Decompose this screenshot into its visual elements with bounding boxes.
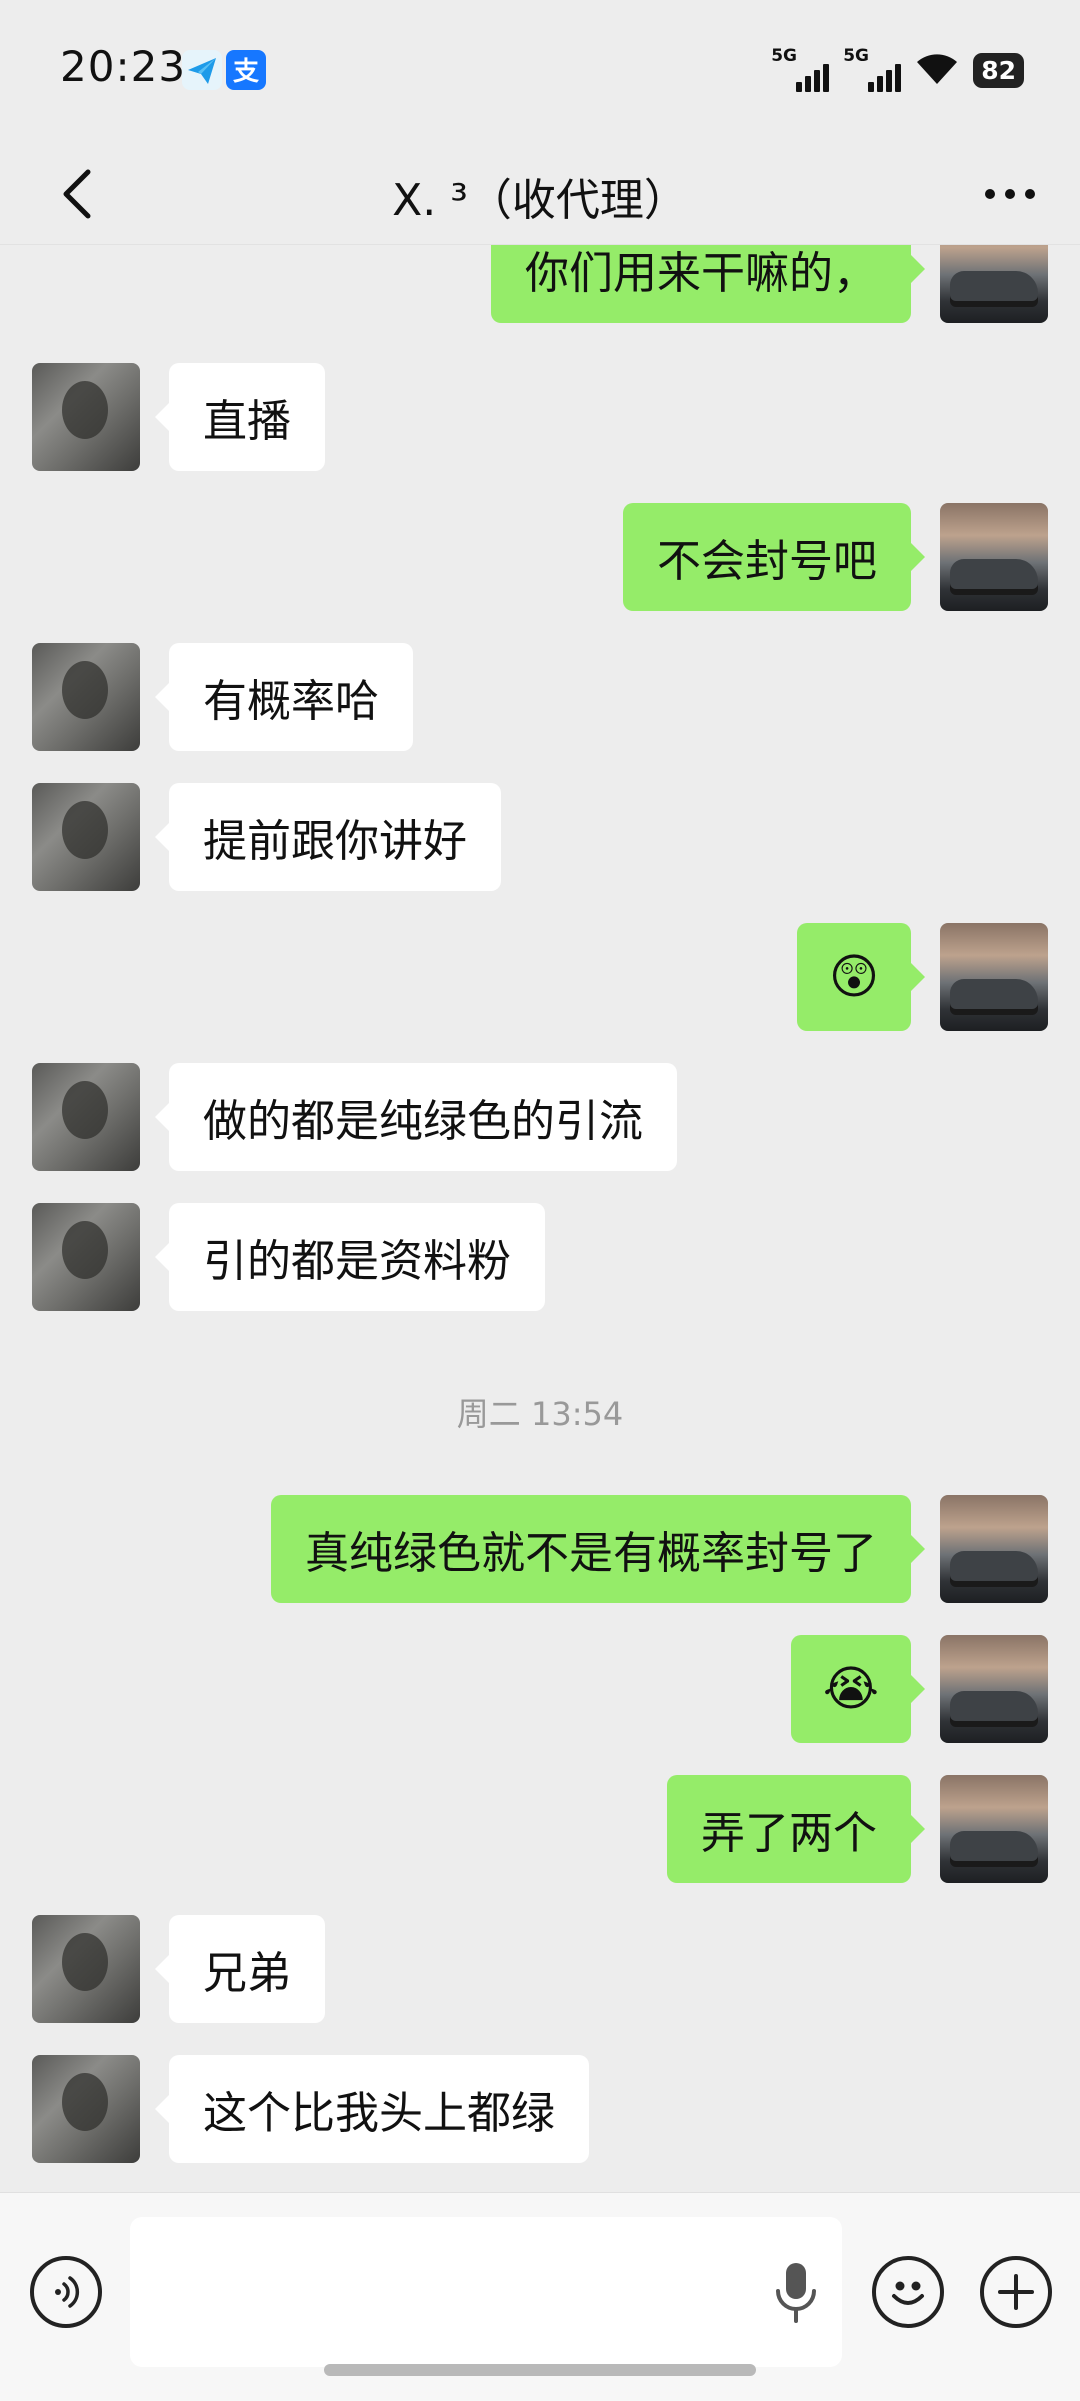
message-bubble[interactable]: 😲 — [796, 923, 926, 1031]
message-row: 提前跟你讲好 — [0, 783, 1080, 891]
message-bubble[interactable]: 你们用来干嘛的， — [491, 245, 925, 323]
chat-title: X. ³（收代理） — [392, 175, 688, 226]
message-row: 真纯绿色就不是有概率封号了 — [0, 1495, 1080, 1603]
message-text: 你们用来干嘛的， — [525, 248, 877, 299]
message-bubble[interactable]: 兄弟 — [155, 1915, 325, 2023]
message-text: 有概率哈 — [203, 676, 379, 727]
message-text: 做的都是纯绿色的引流 — [203, 1096, 643, 1147]
svg-text:支: 支 — [233, 57, 259, 87]
shocked-emoji-icon: 😲 — [828, 949, 879, 1005]
more-button[interactable] — [970, 154, 1050, 234]
contact-avatar[interactable] — [32, 783, 140, 891]
voice-mode-button[interactable] — [30, 2256, 102, 2328]
message-text: 引的都是资料粉 — [203, 1236, 511, 1287]
message-text: 兄弟 — [203, 1948, 291, 1999]
home-indicator[interactable] — [324, 2364, 756, 2376]
message-row: 弄了两个 — [0, 1775, 1080, 1883]
chat-header: X. ³（收代理） — [0, 140, 1080, 244]
message-text: 不会封号吧 — [657, 536, 877, 587]
crying-emoji-icon: 😭 — [822, 1661, 879, 1717]
contact-avatar[interactable] — [32, 2055, 140, 2163]
message-row: 兄弟 — [0, 1915, 1080, 2023]
contact-avatar[interactable] — [32, 1915, 140, 2023]
contact-avatar[interactable] — [32, 1063, 140, 1171]
message-bubble[interactable]: 做的都是纯绿色的引流 — [155, 1063, 677, 1171]
message-bubble[interactable]: 有概率哈 — [155, 643, 413, 751]
message-text: 提前跟你讲好 — [203, 816, 467, 867]
message-row: 你们用来干嘛的， — [0, 245, 1080, 323]
cell-signal-icon: 5G — [771, 46, 830, 92]
message-input[interactable] — [130, 2217, 842, 2367]
contact-avatar[interactable] — [32, 1203, 140, 1311]
more-dots-icon — [985, 189, 1035, 199]
my-avatar[interactable] — [940, 1495, 1048, 1603]
message-timestamp: 周二 13:54 — [456, 1395, 624, 1433]
my-avatar[interactable] — [940, 245, 1048, 323]
message-text: 真纯绿色就不是有概率封号了 — [305, 1528, 877, 1579]
status-time: 20:23 — [60, 42, 187, 91]
alipay-icon: 支 — [226, 50, 266, 90]
my-avatar[interactable] — [940, 1775, 1048, 1883]
contact-avatar[interactable] — [32, 363, 140, 471]
message-text: 弄了两个 — [701, 1808, 877, 1859]
my-avatar[interactable] — [940, 1635, 1048, 1743]
message-row: 😭 — [0, 1635, 1080, 1743]
message-list[interactable]: 你们用来干嘛的， 直播 不会封号吧 有概率哈 提前跟你讲好 😲 做的都是纯绿色的… — [0, 244, 1080, 2193]
my-avatar[interactable] — [940, 923, 1048, 1031]
message-bubble[interactable]: 真纯绿色就不是有概率封号了 — [271, 1495, 925, 1603]
microphone-button[interactable] — [768, 2257, 824, 2329]
message-bubble[interactable]: 弄了两个 — [667, 1775, 925, 1883]
message-bubble[interactable]: 😭 — [790, 1635, 926, 1743]
more-actions-button[interactable] — [980, 2256, 1052, 2328]
my-avatar[interactable] — [940, 503, 1048, 611]
battery-level: 82 — [981, 55, 1016, 85]
message-row: 做的都是纯绿色的引流 — [0, 1063, 1080, 1171]
emoji-button[interactable] — [872, 2256, 944, 2328]
send-app-icon — [182, 50, 222, 90]
status-indicators: 5G 5G 82 — [771, 46, 1024, 92]
microphone-icon — [776, 2263, 816, 2323]
message-row: 这个比我头上都绿 — [0, 2055, 1080, 2163]
message-row: 有概率哈 — [0, 643, 1080, 751]
status-bar: 20:23 支 5G 5G 82 — [0, 0, 1080, 140]
message-text: 这个比我头上都绿 — [203, 2088, 555, 2139]
battery-icon: 82 — [973, 52, 1024, 88]
message-bubble[interactable]: 提前跟你讲好 — [155, 783, 501, 891]
plus-icon — [998, 2274, 1034, 2310]
voice-wave-icon — [55, 2276, 80, 2308]
message-row: 不会封号吧 — [0, 503, 1080, 611]
message-bubble[interactable]: 直播 — [155, 363, 325, 471]
message-row: 直播 — [0, 363, 1080, 471]
smiley-icon — [892, 2281, 924, 2305]
cell-signal-icon: 5G — [843, 46, 902, 92]
message-row: 引的都是资料粉 — [0, 1203, 1080, 1311]
message-bubble[interactable]: 这个比我头上都绿 — [155, 2055, 589, 2163]
message-bubble[interactable]: 引的都是资料粉 — [155, 1203, 545, 1311]
message-text: 直播 — [203, 396, 291, 447]
wifi-icon — [915, 50, 959, 90]
contact-avatar[interactable] — [32, 643, 140, 751]
message-bubble[interactable]: 不会封号吧 — [623, 503, 925, 611]
message-row: 😲 — [0, 923, 1080, 1031]
